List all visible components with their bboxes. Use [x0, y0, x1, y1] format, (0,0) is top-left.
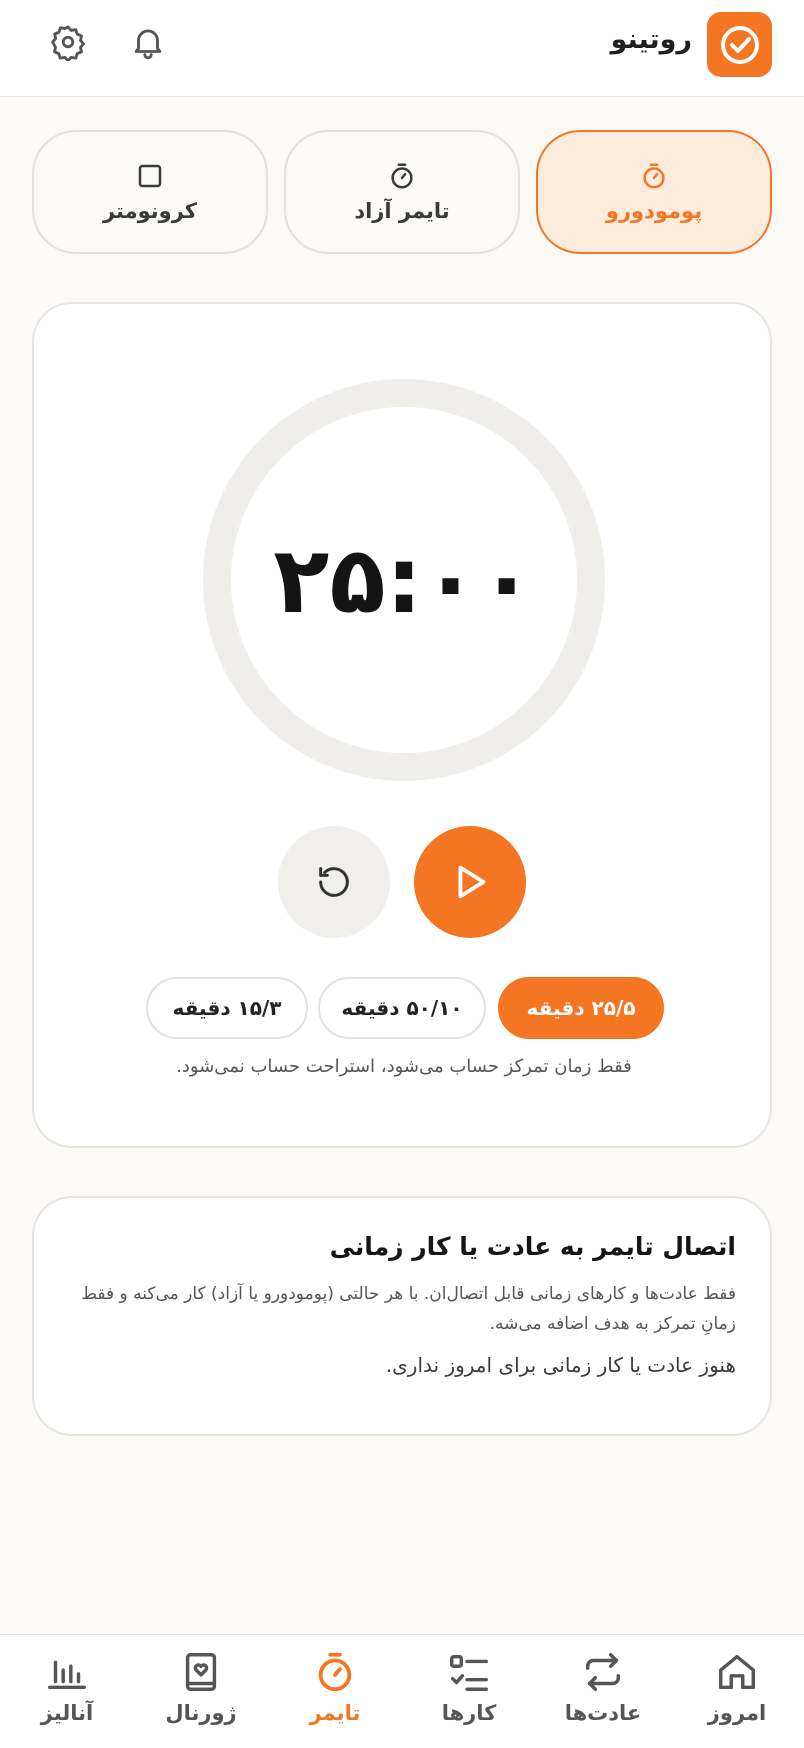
tab-free-timer[interactable]: تایمر آزاد [284, 130, 520, 254]
nav-journal-label: ژورنال [165, 1701, 237, 1725]
play-icon [458, 865, 486, 899]
timer-display: ۲۵:۰۰ [273, 526, 535, 634]
timer-card: ۲۵:۰۰ ۲۵/۵ دقیقه ۵۰/۱۰ دقیقه ۱۵/۳ دقیقه … [32, 302, 772, 1148]
checklist-icon [450, 1654, 488, 1691]
focus-note: فقط زمان تمرکز حساب می‌شود، استراحت حساب… [176, 1056, 632, 1077]
nav-timer-label: تایمر [309, 1701, 361, 1725]
link-card-title: اتصال تایمر به عادت یا کار زمانی [329, 1232, 736, 1261]
link-card-empty-state: هنوز عادت یا کار زمانی برای امروز نداری. [385, 1353, 736, 1377]
preset-15-3[interactable]: ۱۵/۳ دقیقه [146, 977, 308, 1039]
check-circle-icon [720, 25, 759, 64]
tab-chronometer-label: کرونومتر [102, 199, 198, 223]
bar-chart-icon [48, 1660, 86, 1690]
nav-today-label: امروز [707, 1701, 767, 1725]
link-card-description: فقط عادت‌ها و کارهای زمانی قابل اتصال‌ان… [81, 1284, 736, 1334]
tab-pomodoro[interactable]: پومودورو [536, 130, 772, 254]
repeat-icon [585, 1653, 621, 1691]
bell-icon [134, 29, 162, 60]
stopwatch-icon [643, 163, 665, 189]
top-bar: روتینو [0, 0, 804, 97]
nav-timer[interactable]: تایمر [275, 1649, 395, 1743]
play-button[interactable] [414, 826, 526, 938]
nav-habits[interactable]: عادت‌ها [543, 1649, 663, 1743]
nav-analytics[interactable]: آنالیز [7, 1649, 127, 1743]
home-icon [718, 1654, 756, 1690]
nav-habits-label: عادت‌ها [564, 1701, 642, 1725]
link-timer-card: اتصال تایمر به عادت یا کار زمانی فقط عاد… [32, 1196, 772, 1436]
reset-button[interactable] [278, 826, 390, 938]
tab-chronometer[interactable]: کرونومتر [32, 130, 268, 254]
nav-today[interactable]: امروز [677, 1649, 797, 1743]
reset-icon [319, 867, 349, 897]
notifications-button[interactable] [126, 20, 170, 64]
journal-icon [185, 1653, 217, 1691]
app-logo [707, 12, 772, 77]
nav-journal[interactable]: ژورنال [141, 1649, 261, 1743]
preset-50-10[interactable]: ۵۰/۱۰ دقیقه [318, 977, 486, 1039]
preset-25-5[interactable]: ۲۵/۵ دقیقه [498, 977, 664, 1039]
app-title: روتینو [610, 24, 692, 55]
tab-pomodoro-label: پومودورو [605, 199, 703, 223]
bottom-nav: امروز عادت‌ها کارها تایمر ژورنال آنال [0, 1634, 804, 1748]
stopwatch-icon [391, 163, 413, 189]
nav-tasks-label: کارها [441, 1701, 497, 1725]
nav-analytics-label: آنالیز [40, 1701, 94, 1725]
settings-button[interactable] [46, 20, 90, 64]
nav-tasks[interactable]: کارها [409, 1649, 529, 1743]
tab-free-timer-label: تایمر آزاد [354, 199, 450, 223]
square-icon [138, 164, 162, 188]
gear-icon [51, 25, 85, 61]
stopwatch-icon [318, 1652, 352, 1692]
